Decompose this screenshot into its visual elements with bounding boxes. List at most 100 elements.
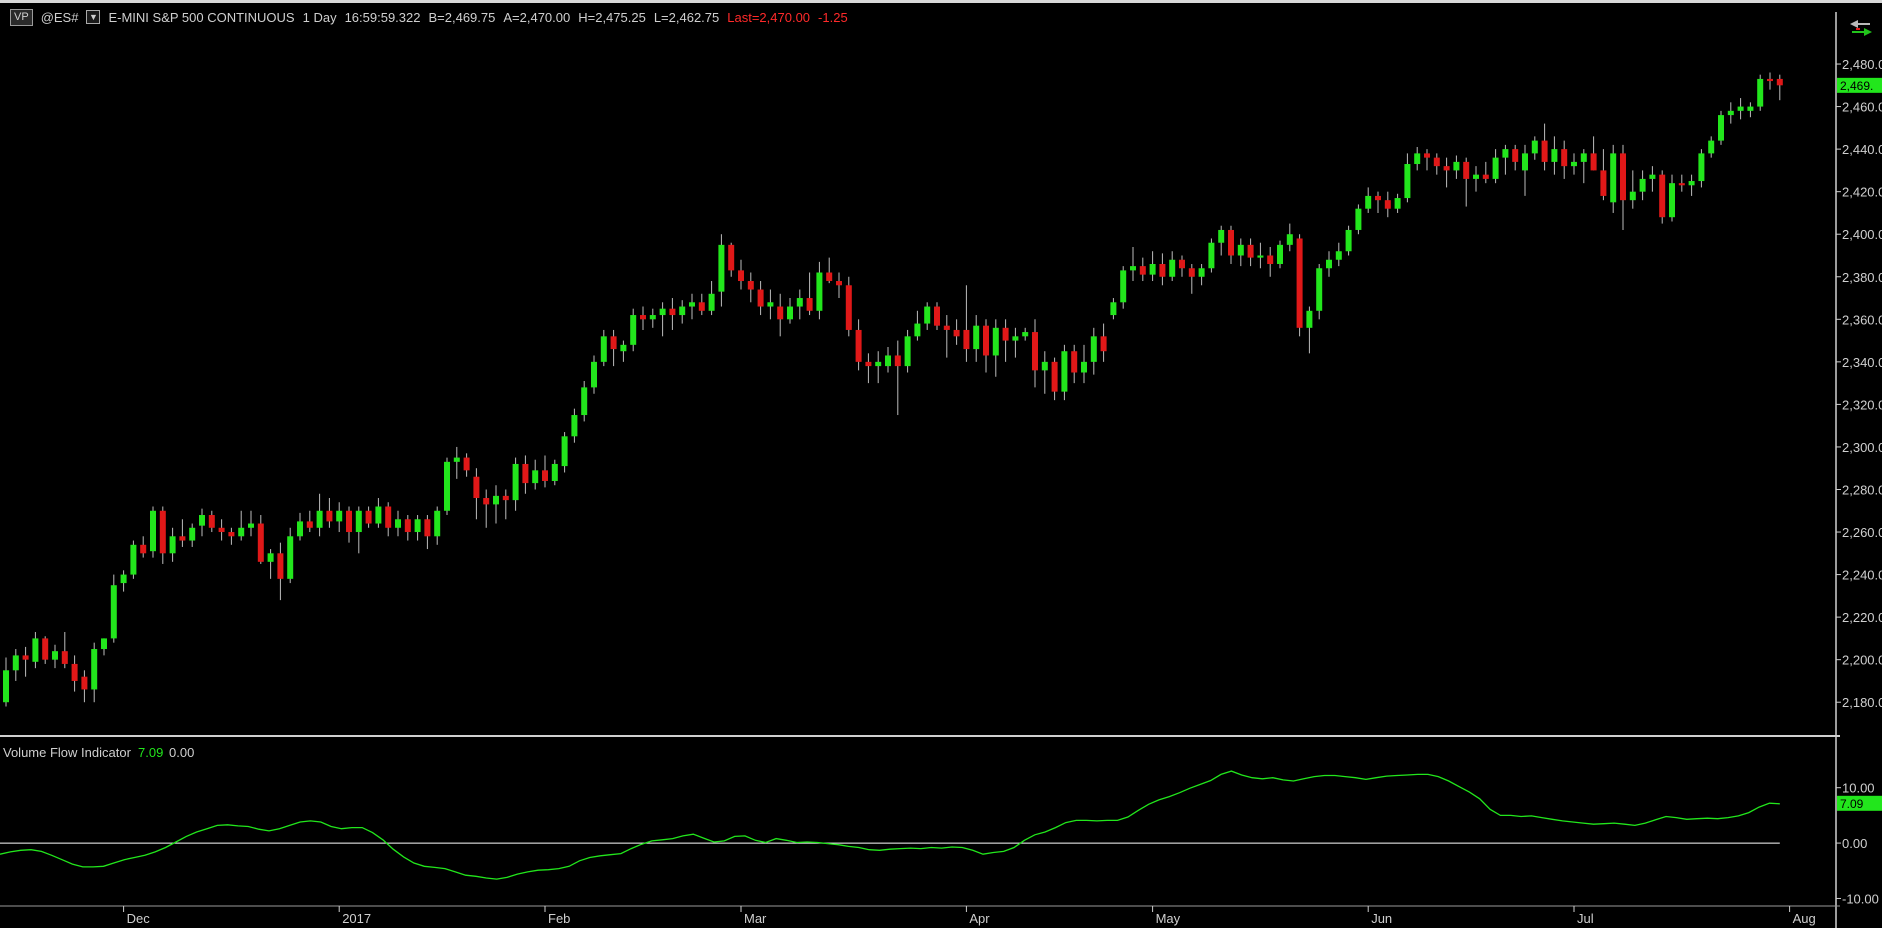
candle-body — [1237, 244, 1244, 256]
candle-body — [1179, 259, 1185, 269]
candle-body — [551, 463, 558, 481]
candle-body — [943, 325, 950, 330]
candle-body — [728, 244, 735, 271]
candle-body — [542, 470, 548, 481]
candle-body — [326, 510, 333, 522]
candle-body — [718, 244, 725, 292]
candle-body — [1345, 229, 1352, 252]
candle-body — [1247, 244, 1254, 258]
candle-body — [894, 355, 901, 367]
candle-body — [610, 336, 617, 350]
candle-body — [1482, 174, 1489, 179]
candle-body — [640, 315, 646, 320]
candle-body — [385, 506, 392, 528]
candle-body — [561, 436, 568, 467]
candle-body — [365, 510, 372, 524]
candle-body — [22, 655, 29, 660]
vfi-tick-label: -10.00 — [1842, 891, 1879, 906]
price-last-marker: 2,469. — [1837, 77, 1882, 93]
candle-body — [32, 638, 39, 662]
candle-body — [159, 510, 166, 554]
candle-body — [1208, 242, 1215, 269]
candle-body — [796, 298, 803, 307]
candle-body — [1414, 153, 1421, 165]
low-value: L=2,462.75 — [653, 9, 720, 25]
interval-label[interactable]: 1 Day — [303, 10, 337, 25]
candle-body — [502, 495, 509, 501]
chart-header: VP @ES# ▼ E-MINI S&P 500 CONTINUOUS 1 Da… — [0, 6, 1500, 28]
candle-body — [150, 510, 156, 552]
candle-body — [826, 272, 833, 282]
candle-body — [885, 355, 891, 367]
time-tick-label: Dec — [127, 911, 151, 926]
candle-body — [591, 361, 597, 388]
candle-body — [1306, 310, 1313, 328]
candle-body — [130, 544, 137, 575]
candle-body — [1188, 268, 1195, 277]
candle-body — [404, 519, 411, 533]
candle-body — [1718, 115, 1724, 141]
candle-body — [473, 476, 480, 498]
candle-body — [12, 655, 19, 671]
candle-body — [3, 670, 9, 703]
price-tick-label: 2,360.0 — [1842, 312, 1882, 327]
candle-body — [1531, 140, 1538, 154]
candle-body — [355, 510, 362, 533]
candle-body — [1678, 183, 1685, 186]
time-tick-label: Jun — [1371, 911, 1392, 926]
candle-body — [1149, 264, 1156, 275]
price-tick-label: 2,240.0 — [1842, 568, 1882, 583]
candle-body — [1688, 181, 1695, 186]
candle-body — [61, 651, 68, 664]
candle-body — [1394, 198, 1401, 209]
candle-body — [1541, 140, 1548, 162]
candle-body — [1757, 78, 1764, 107]
vfi-tick-label: 0.00 — [1842, 836, 1867, 851]
candle-body — [953, 329, 960, 337]
candle-body — [1110, 302, 1117, 316]
candle-body — [1708, 140, 1715, 154]
candle-body — [963, 329, 970, 350]
candle-body — [1590, 153, 1597, 171]
candle-body — [336, 510, 343, 522]
candle-body — [238, 527, 245, 537]
candle-body — [414, 519, 421, 533]
candle-body — [71, 663, 78, 681]
candle-body — [1296, 238, 1303, 328]
candle-body — [306, 521, 313, 528]
candle-body — [1139, 266, 1146, 275]
candle-body — [1277, 244, 1283, 264]
symbol-dropdown-icon[interactable]: ▼ — [86, 10, 101, 24]
candle-body — [1218, 229, 1225, 243]
vfi-plot: 7.09 — [0, 770, 1882, 880]
candle-body — [1032, 332, 1038, 371]
candle-body — [757, 289, 764, 307]
candle-body — [836, 281, 842, 286]
candle-body — [1424, 153, 1430, 158]
candle-body — [1267, 255, 1274, 264]
time-tick-label: Jul — [1577, 911, 1594, 926]
candle-body — [316, 510, 323, 528]
candle-body — [875, 361, 882, 367]
volume-profile-toggle[interactable]: VP — [10, 8, 33, 26]
candle-body — [532, 470, 539, 484]
candle-body — [924, 306, 931, 324]
candle-body — [395, 519, 401, 528]
candle-body — [689, 302, 695, 307]
candle-body — [1610, 153, 1617, 203]
ask-value: A=2,470.00 — [503, 9, 571, 25]
candle-body — [1443, 166, 1450, 171]
candle-body — [1228, 229, 1234, 256]
candle-body — [1002, 327, 1009, 341]
candle-body — [1463, 161, 1470, 179]
candle-body — [738, 270, 744, 282]
symbol-label[interactable]: @ES# — [41, 10, 79, 25]
chart-exchange-icon[interactable] — [1848, 18, 1874, 38]
candle-body — [101, 638, 107, 650]
last-price-tag-label: 2,469. — [1840, 79, 1873, 93]
candle-body — [1375, 195, 1381, 201]
candle-body — [855, 329, 862, 362]
vfi-last-tag-label: 7.09 — [1840, 797, 1864, 811]
time-tick-label: Apr — [969, 911, 990, 926]
candle-body — [1041, 361, 1048, 371]
